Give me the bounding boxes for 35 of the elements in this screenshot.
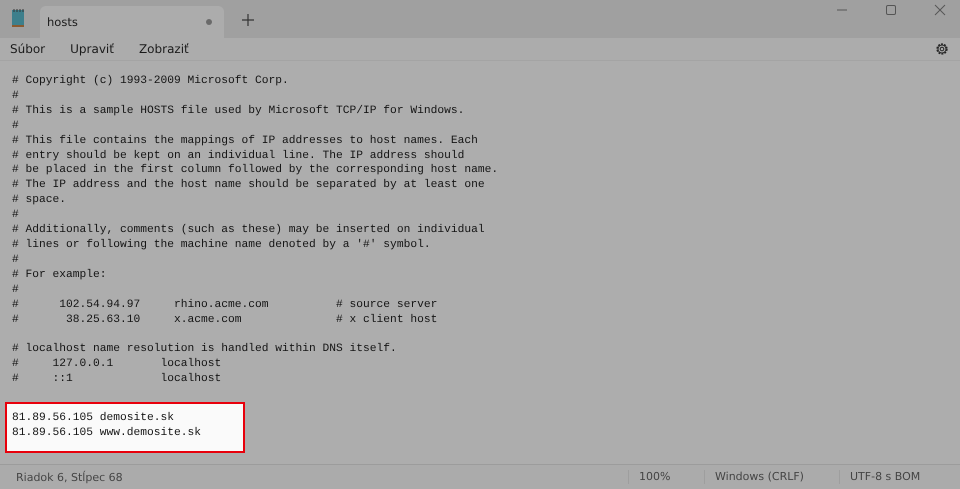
settings-icon[interactable]	[935, 42, 949, 56]
code-line: # 38.25.63.10 x.acme.com # x client host	[12, 312, 438, 328]
line-ending: Windows (CRLF)	[704, 470, 839, 484]
close-icon[interactable]	[934, 4, 946, 16]
code-line: # 127.0.0.1 localhost	[12, 357, 222, 372]
code-line: #	[12, 252, 20, 268]
maximize-icon[interactable]	[885, 4, 897, 16]
zoom-level: 100%	[628, 470, 704, 484]
code-line: #	[12, 88, 20, 104]
menu-item[interactable]: Súbor	[6, 42, 50, 56]
code-line: # The IP address and the host name should be separated by at least one	[12, 178, 486, 194]
new-tab-icon[interactable]	[242, 14, 254, 26]
encoding: UTF-8 s BOM	[839, 470, 960, 484]
code-line: # 102.54.94.97 rhino.acme.com # source server	[12, 298, 438, 312]
code-line: # For example:	[12, 268, 108, 283]
code-line: # ::1 localhost	[12, 372, 222, 388]
menu-item[interactable]: Upraviť	[66, 42, 118, 56]
code-line: #	[12, 118, 20, 134]
code-line: # Copyright (c) 1993-2009 Microsoft Corp.	[12, 74, 290, 89]
code-line: # This is a sample HOSTS file used by Microsoft TCP/IP for Windows.	[12, 104, 466, 119]
code-line: #	[12, 208, 20, 224]
code-line: 81.89.56.105 www.demosite.sk	[12, 426, 202, 441]
notepad-icon	[10, 8, 26, 28]
code-line: #	[12, 282, 20, 298]
code-line: # Additionally, comments (such as these) may be inserted on individual	[12, 223, 486, 238]
code-line: # lines or following the machine name denoted by a '#' symbol.	[12, 238, 432, 253]
code-line: # This file contains the mappings of IP addresses to host names. Each	[12, 134, 479, 149]
cursor-position: Riadok 6, Stĺpec 68	[15, 470, 124, 484]
code-line: # entry should be kept on an individual line. The IP address should	[12, 148, 466, 164]
code-line: # localhost name resolution is handled within DNS itself.	[12, 342, 398, 358]
menu-item[interactable]: Zobraziť	[134, 42, 193, 56]
code-line: # space.	[12, 193, 68, 208]
file-tab[interactable]: hosts	[40, 6, 224, 38]
code-line: # be placed in the first column followed by the corresponding host name.	[12, 163, 500, 178]
code-line: 81.89.56.105 demosite.sk	[12, 411, 176, 426]
